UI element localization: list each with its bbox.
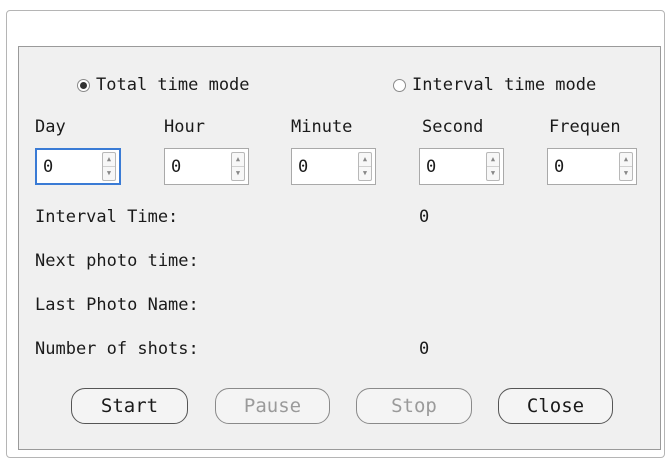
interval-time-mode-radio[interactable]: Interval time mode (393, 75, 596, 95)
second-value: 0 (426, 156, 437, 177)
spin-down-icon[interactable]: ▼ (359, 166, 371, 180)
minute-spin-buttons: ▲ ▼ (358, 152, 372, 181)
second-spin-buttons: ▲ ▼ (486, 152, 500, 181)
spin-up-icon[interactable]: ▲ (359, 153, 371, 166)
number-of-shots-label: Number of shots: (35, 339, 199, 359)
radio-selected-icon (77, 78, 90, 92)
frequency-value: 0 (554, 156, 565, 177)
number-of-shots-value: 0 (419, 339, 430, 359)
interval-time-label: Interval Time: (35, 207, 179, 227)
spin-down-icon[interactable]: ▼ (232, 166, 244, 180)
hour-value: 0 (171, 156, 182, 177)
start-button[interactable]: Start (71, 388, 188, 424)
spin-down-icon[interactable]: ▼ (487, 166, 499, 180)
radio-unselected-icon (393, 78, 406, 92)
spin-up-icon[interactable]: ▲ (487, 153, 499, 166)
spin-up-icon[interactable]: ▲ (232, 153, 244, 166)
day-spinbox[interactable]: 0 ▲ ▼ (35, 148, 121, 185)
stop-button[interactable]: Stop (356, 388, 472, 424)
hour-spinbox[interactable]: 0 ▲ ▼ (164, 148, 249, 185)
minute-value: 0 (298, 156, 309, 177)
day-spin-buttons: ▲ ▼ (102, 152, 116, 181)
frequency-label: Frequen (549, 117, 621, 137)
timer-panel: Total time mode Interval time mode Day H… (18, 46, 661, 450)
second-spinbox[interactable]: 0 ▲ ▼ (419, 148, 504, 185)
frequency-spin-buttons: ▲ ▼ (619, 152, 633, 181)
hour-spin-buttons: ▲ ▼ (231, 152, 245, 181)
next-photo-time-label: Next photo time: (35, 251, 199, 271)
spin-up-icon[interactable]: ▲ (103, 153, 115, 166)
minute-label: Minute (291, 117, 353, 137)
last-photo-name-label: Last Photo Name: (35, 295, 199, 315)
minute-spinbox[interactable]: 0 ▲ ▼ (291, 148, 376, 185)
close-button[interactable]: Close (498, 388, 613, 424)
total-time-mode-label: Total time mode (96, 75, 250, 95)
total-time-mode-radio[interactable]: Total time mode (77, 75, 250, 95)
frequency-spinbox[interactable]: 0 ▲ ▼ (547, 148, 637, 185)
spin-up-icon[interactable]: ▲ (620, 153, 632, 166)
hour-label: Hour (164, 117, 205, 137)
interval-time-value: 0 (419, 207, 430, 227)
second-label: Second (422, 117, 484, 137)
spin-down-icon[interactable]: ▼ (620, 166, 632, 180)
spin-down-icon[interactable]: ▼ (103, 166, 115, 180)
day-value: 0 (43, 156, 54, 177)
day-label: Day (35, 117, 66, 137)
pause-button[interactable]: Pause (215, 388, 330, 424)
interval-time-mode-label: Interval time mode (412, 75, 597, 95)
